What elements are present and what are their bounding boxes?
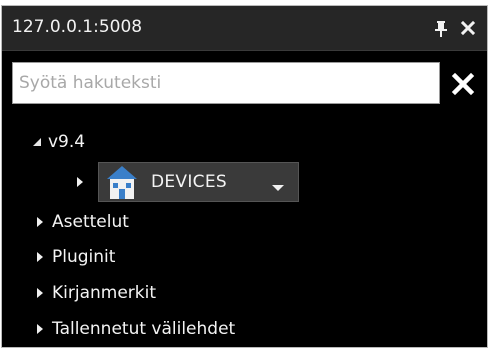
tree-node-devices-expander[interactable] (76, 171, 92, 193)
chevron-down-icon[interactable] (271, 178, 285, 191)
collapsed-arrow-icon[interactable] (36, 246, 52, 268)
collapsed-arrow-icon[interactable] (76, 171, 92, 193)
connection-panel: 127.0.0.1:5008 v9.4 (1, 5, 488, 348)
collapsed-arrow-icon[interactable] (36, 282, 52, 304)
close-icon[interactable] (460, 20, 476, 36)
tree-node-label: Pluginit (52, 247, 116, 267)
pin-icon[interactable] (432, 20, 450, 38)
tree-node-label: Asettelut (52, 212, 129, 232)
tree-node-pluginit[interactable]: Pluginit (36, 246, 115, 268)
tree-node-label: Tallennetut välilehdet (52, 319, 236, 339)
collapsed-arrow-icon[interactable] (36, 211, 52, 233)
tree-node-root[interactable]: v9.4 (32, 131, 85, 153)
tree-node-root-label: v9.4 (48, 132, 86, 152)
window-title: 127.0.0.1:5008 (12, 17, 143, 37)
search-input[interactable] (12, 62, 440, 104)
tree-node-label: Kirjanmerkit (52, 283, 157, 303)
clear-search-icon[interactable] (451, 72, 475, 96)
tree-node-asettelut[interactable]: Asettelut (36, 211, 129, 233)
expanded-arrow-icon[interactable] (32, 131, 48, 153)
tree-node-tallennetut-valilehdet[interactable]: Tallennetut välilehdet (36, 318, 235, 340)
devices-node[interactable]: DEVICES (98, 162, 299, 202)
panel-titlebar: 127.0.0.1:5008 (2, 6, 487, 51)
collapsed-arrow-icon[interactable] (36, 318, 52, 340)
house-icon (103, 163, 141, 201)
tree-node-kirjanmerkit[interactable]: Kirjanmerkit (36, 282, 156, 304)
devices-label: DEVICES (151, 172, 227, 192)
